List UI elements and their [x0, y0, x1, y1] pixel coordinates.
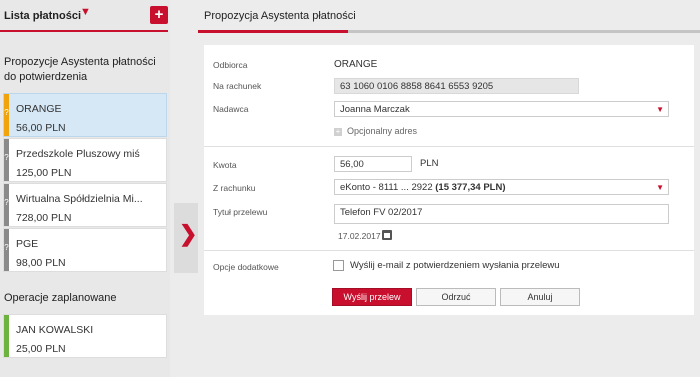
chevron-right-icon: ❯ [179, 221, 198, 246]
question-icon: ? [4, 108, 9, 117]
from-account-select[interactable]: eKonto - 8111 ... 2922 (15 377,34 PLN) ▼ [334, 179, 669, 195]
proposal-name: Wirtualna Spółdzielnia Mi... [16, 193, 143, 205]
scheduled-section-title: Operacje zaplanowane [4, 292, 117, 304]
amount-label: Kwota [213, 160, 237, 170]
options-label: Opcje dodatkowe [213, 262, 279, 272]
payment-form: Odbiorca ORANGE Na rachunek 63 1060 0106… [204, 45, 694, 315]
proposal-name: PGE [16, 238, 39, 250]
proposal-card-pge[interactable]: ? PGE 98,00 PLN [3, 228, 167, 272]
page-title: Propozycja Asystenta płatności [204, 10, 356, 22]
sender-select[interactable]: Joanna Marczak ▼ [334, 101, 669, 117]
expand-panel-button[interactable]: ❯ [174, 203, 198, 273]
status-bar [4, 315, 9, 357]
proposal-amount: 98,00 PLN [16, 257, 66, 269]
title-underline-accent [198, 30, 348, 33]
scheduled-amount: 25,00 PLN [16, 343, 66, 355]
proposal-amount: 56,00 PLN [16, 122, 66, 134]
currency-label: PLN [420, 158, 439, 169]
payment-proposal-panel: Propozycja Asystenta płatności Odbiorca … [198, 0, 700, 377]
scheduled-card-jan-kowalski[interactable]: JAN KOWALSKI 25,00 PLN [3, 314, 167, 358]
proposal-name: Przedszkole Pluszowy miś [16, 148, 140, 160]
proposal-card-orange[interactable]: ? ORANGE 56,00 PLN [3, 93, 167, 137]
proposal-card-przedszkole[interactable]: ? Przedszkole Pluszowy miś 125,00 PLN [3, 138, 167, 182]
amount-input[interactable]: 56,00 [334, 156, 412, 172]
reject-button[interactable]: Odrzuć [416, 288, 496, 306]
transfer-title-textarea[interactable]: Telefon FV 02/2017 [334, 204, 669, 224]
recipient-label: Odbiorca [213, 60, 248, 70]
sender-value: Joanna Marczak [340, 104, 410, 115]
calendar-icon-face [384, 233, 390, 238]
proposal-name: ORANGE [16, 103, 62, 115]
calendar-icon[interactable] [382, 230, 392, 240]
account-field: 63 1060 0106 8858 8641 6553 9205 [334, 78, 579, 94]
add-payment-button[interactable]: + [150, 6, 168, 24]
chevron-down-icon: ▼ [656, 183, 664, 192]
divider [204, 250, 694, 251]
date-value: 17.02.2017 [338, 231, 381, 241]
from-account-value: eKonto - 8111 ... 2922 [340, 182, 433, 193]
optional-address-label: Opcjonalny adres [347, 126, 418, 136]
account-label: Na rachunek [213, 81, 262, 91]
from-account-balance: (15 377,34 PLN) [435, 182, 506, 193]
header-underline [0, 30, 168, 32]
scheduled-name: JAN KOWALSKI [16, 324, 94, 336]
divider [204, 146, 694, 147]
question-icon: ? [4, 198, 9, 207]
proposal-amount: 125,00 PLN [16, 167, 72, 179]
proposal-amount: 728,00 PLN [16, 212, 72, 224]
transfer-title-label: Tytuł przelewu [213, 207, 268, 217]
payment-list-panel: Lista płatności ▼ + Propozycje Asystenta… [0, 0, 170, 377]
proposal-card-wirtualna[interactable]: ? Wirtualna Spółdzielnia Mi... 728,00 PL… [3, 183, 167, 227]
email-option-label: Wyślij e-mail z potwierdzeniem wysłania … [350, 260, 560, 271]
payment-list-title[interactable]: Lista płatności [4, 10, 81, 22]
recipient-value: ORANGE [334, 59, 378, 70]
cancel-button[interactable]: Anuluj [500, 288, 580, 306]
proposals-section-title: Propozycje Asystenta płatności do potwie… [4, 56, 156, 83]
question-icon: ? [4, 153, 9, 162]
from-account-label: Z rachunku [213, 183, 256, 193]
sender-label: Nadawca [213, 104, 249, 114]
chevron-down-icon[interactable]: ▼ [80, 6, 91, 18]
optional-address-link[interactable]: + Opcjonalny adres [334, 126, 417, 136]
email-checkbox[interactable] [333, 260, 344, 271]
question-icon: ? [4, 243, 9, 252]
payment-list-header: Lista płatności ▼ + [0, 0, 170, 36]
chevron-down-icon: ▼ [656, 105, 664, 114]
plus-icon: + [334, 127, 342, 136]
send-transfer-button[interactable]: Wyślij przelew [332, 288, 412, 306]
